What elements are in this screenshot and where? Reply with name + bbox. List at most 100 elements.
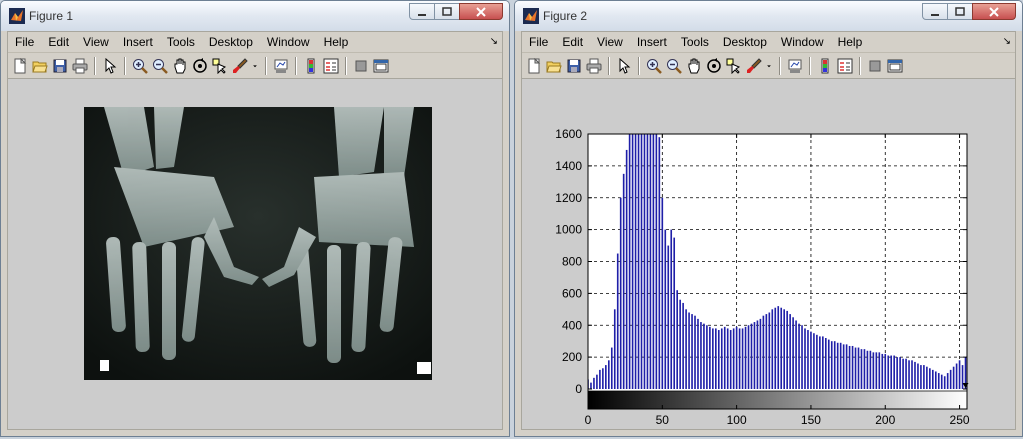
print-button[interactable] [584, 56, 603, 75]
new-figure-button[interactable] [524, 56, 543, 75]
y-tick-label: 1200 [555, 191, 582, 205]
brush-dropdown-button[interactable] [250, 56, 260, 75]
close-button[interactable] [972, 3, 1016, 20]
histogram-bar [747, 325, 750, 389]
histogram-bar [607, 360, 610, 389]
figure1-titlebar[interactable]: Figure 1 [1, 1, 509, 31]
rotate-3d-button[interactable] [190, 56, 209, 75]
x-tick-label: 50 [656, 413, 670, 427]
menubar-dock-arrow-icon[interactable]: ↘ [490, 36, 498, 47]
menu-edit[interactable]: Edit [41, 32, 76, 52]
pointer-icon [105, 57, 116, 74]
zoom-in-button[interactable] [130, 56, 149, 75]
figure1-canvas[interactable] [8, 79, 502, 429]
open-file-button[interactable] [30, 56, 49, 75]
data-cursor-button[interactable] [724, 56, 743, 75]
menu-insert[interactable]: Insert [630, 32, 674, 52]
zoom-out-button[interactable] [150, 56, 169, 75]
colorbar-button[interactable] [815, 56, 834, 75]
x-tick-label: 150 [801, 413, 821, 427]
histogram-bar [887, 355, 890, 389]
data-cursor-button[interactable] [210, 56, 229, 75]
zoom-in-button[interactable] [644, 56, 663, 75]
menu-insert[interactable]: Insert [116, 32, 160, 52]
hide-plot-tools-button[interactable] [351, 56, 370, 75]
menu-tools[interactable]: Tools [674, 32, 716, 52]
histogram-bar [908, 360, 910, 389]
close-button[interactable] [459, 3, 503, 20]
y-tick-label: 800 [562, 255, 582, 269]
menu-file[interactable]: File [8, 32, 41, 52]
show-plot-tools-button[interactable] [885, 56, 904, 75]
minimize-button[interactable] [409, 3, 435, 20]
histogram-bar [958, 360, 961, 389]
window-title: Figure 1 [29, 9, 74, 23]
histogram-bar [833, 341, 836, 389]
maximize-button[interactable] [434, 3, 460, 20]
histogram-bar [878, 352, 881, 389]
link-plot-icon [788, 59, 801, 73]
histogram-bar [952, 366, 955, 389]
link-plot-button[interactable] [271, 56, 290, 75]
new-figure-button[interactable] [10, 56, 29, 75]
brush-button[interactable] [230, 56, 249, 75]
histogram-bar [836, 342, 839, 389]
save-button[interactable] [564, 56, 583, 75]
histogram-bar [643, 134, 646, 389]
hide-plot-tools-button[interactable] [865, 56, 884, 75]
zoom-out-button[interactable] [664, 56, 683, 75]
pointer-button[interactable] [614, 56, 633, 75]
histogram-bar [810, 331, 812, 389]
figure2-canvas[interactable]: 0 200 400 600 800 1000 1200 1400 1600 0 50 100 150 20… [522, 79, 1015, 429]
histogram-bar [786, 310, 788, 389]
zoom-in-icon [132, 58, 148, 74]
show-plot-tools-button[interactable] [371, 56, 390, 75]
menu-desktop[interactable]: Desktop [716, 32, 774, 52]
pointer-button[interactable] [100, 56, 119, 75]
menu-help[interactable]: Help [317, 32, 356, 52]
open-file-button[interactable] [544, 56, 563, 75]
menu-help[interactable]: Help [831, 32, 870, 52]
toolbar-separator [295, 56, 297, 75]
menubar-dock-arrow-icon[interactable]: ↘ [1003, 36, 1011, 47]
rotate-3d-button[interactable] [704, 56, 723, 75]
histogram-bar [798, 323, 800, 389]
open-file-icon [31, 61, 48, 72]
histogram-bar [911, 360, 913, 389]
histogram-bar [893, 355, 895, 389]
histogram-bar [723, 326, 726, 389]
print-button[interactable] [70, 56, 89, 75]
figure1-client: File Edit View Insert Tools Desktop Wind… [7, 31, 503, 430]
histogram-bar [804, 328, 806, 389]
histogram-bar [824, 338, 827, 389]
histogram-bar [780, 307, 783, 389]
link-plot-button[interactable] [785, 56, 804, 75]
toolbar-separator [809, 56, 811, 75]
menu-file[interactable]: File [522, 32, 555, 52]
brush-dropdown-button[interactable] [764, 56, 774, 75]
menu-window[interactable]: Window [774, 32, 831, 52]
legend-button[interactable] [835, 56, 854, 75]
menu-view[interactable]: View [590, 32, 630, 52]
data-cursor-icon [212, 58, 226, 74]
figure2-titlebar[interactable]: Figure 2 [515, 1, 1022, 31]
toolbar-separator [265, 56, 267, 75]
minimize-button[interactable] [922, 3, 948, 20]
menu-view[interactable]: View [76, 32, 116, 52]
pan-button[interactable] [684, 56, 703, 75]
save-button[interactable] [50, 56, 69, 75]
menu-tools[interactable]: Tools [160, 32, 202, 52]
y-tick-label: 1600 [555, 127, 582, 141]
histogram-bar [801, 325, 803, 389]
colorbar-button[interactable] [301, 56, 320, 75]
menu-edit[interactable]: Edit [555, 32, 590, 52]
brush-button[interactable] [744, 56, 763, 75]
histogram-bar [792, 317, 794, 389]
menu-window[interactable]: Window [260, 32, 317, 52]
histogram-bar [845, 344, 848, 389]
zoom-in-icon [646, 58, 662, 74]
maximize-button[interactable] [947, 3, 973, 20]
legend-button[interactable] [321, 56, 340, 75]
pan-button[interactable] [170, 56, 189, 75]
menu-desktop[interactable]: Desktop [202, 32, 260, 52]
